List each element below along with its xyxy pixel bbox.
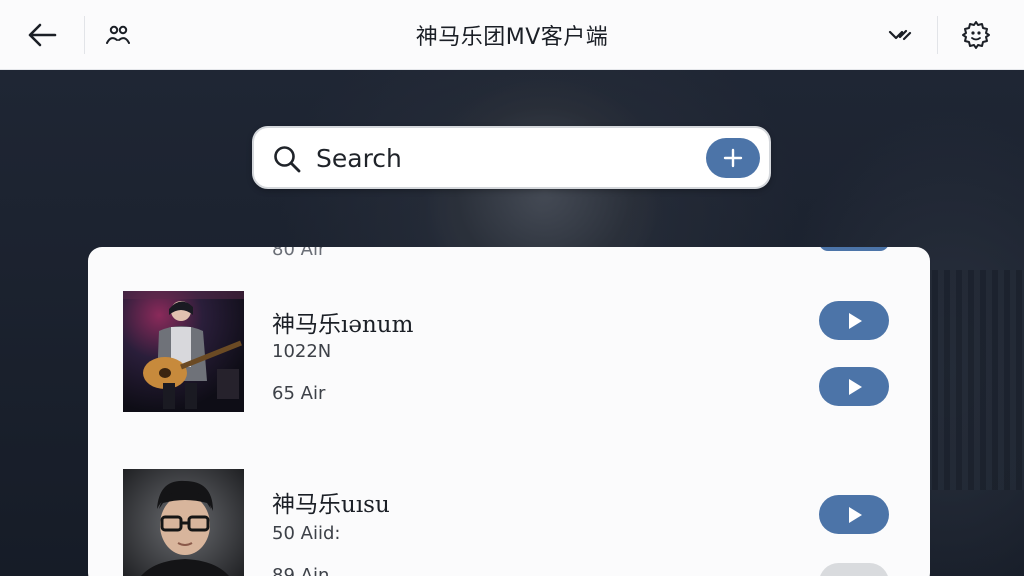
search-icon [274,146,301,173]
play-icon [849,378,862,395]
guitarist-image [123,291,244,412]
play-button[interactable] [819,367,889,406]
search-bar [252,126,771,189]
play-button[interactable] [819,301,889,340]
portrait-image [123,469,244,576]
play-icon [849,506,862,523]
play-icon [849,312,862,329]
app-header: 神马乐团MV客户端 [0,0,1024,70]
share-icon [888,29,912,41]
play-button[interactable] [819,563,889,576]
video-title[interactable]: 神马乐uısu [272,485,390,519]
video-meta: 50 Aiid: [272,523,341,544]
video-meta: 65 Air [272,383,326,404]
video-title[interactable]: 神马乐ıənum [272,305,413,339]
video-meta: 1022N [272,341,332,362]
share-button[interactable] [858,0,942,70]
add-button[interactable] [706,138,760,178]
play-button[interactable] [819,247,889,251]
list-item[interactable]: 神马乐uısu 50 Aiid: 89 Ain [88,469,930,576]
settings-button[interactable] [934,0,1018,70]
play-button[interactable] [819,495,889,534]
users-icon [106,25,130,44]
arrow-left-icon [28,23,57,47]
list-item[interactable]: 神马乐ıənum 1022N 65 Air [88,291,930,431]
list-item-meta: 80 Air [272,247,326,260]
video-list: 80 Air 神马乐ıənum 1022N 65 Air 神马乐uısu 50 … [88,247,930,576]
video-meta: 89 Ain [272,565,330,576]
users-button[interactable] [76,0,160,70]
background-stage [914,270,1024,490]
search-input[interactable] [316,138,696,178]
plus-icon [723,148,743,168]
video-thumbnail[interactable] [123,469,244,576]
video-thumbnail[interactable] [123,291,244,412]
back-button[interactable] [0,0,84,70]
settings-icon [962,21,990,49]
